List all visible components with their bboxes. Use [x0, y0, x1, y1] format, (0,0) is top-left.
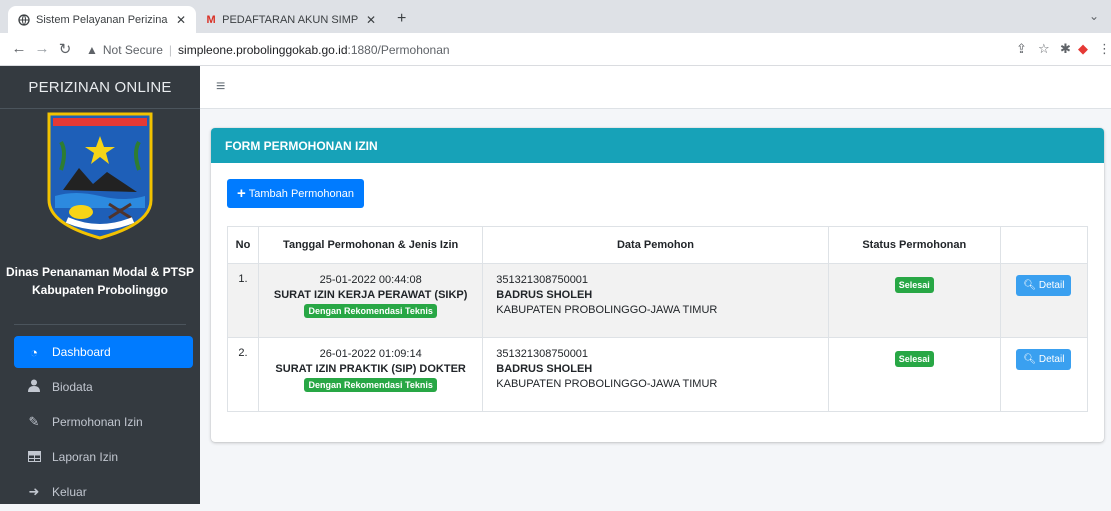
permohonan-table: No Tanggal Permohonan & Jenis Izin Data …: [226, 226, 1089, 412]
data-pemohon-cell: 351321308750001 BADRUS SHOLEH KABUPATEN …: [482, 263, 829, 338]
jenis-izin: SURAT IZIN PRAKTIK (SIP) DOKTER: [275, 363, 466, 375]
search-icon: 🔍︎: [1023, 280, 1037, 291]
browser-address-bar: ← → ↻ ▲ Not Secure | simpleone.proboling…: [0, 33, 1111, 66]
hamburger-menu-icon[interactable]: ≡: [216, 78, 225, 96]
sidebar-item-biodata[interactable]: Biodata: [14, 371, 193, 403]
pemohon-alamat: KABUPATEN PROBOLINGGO-JAWA TIMUR: [496, 378, 718, 390]
browser-tab-bar: Sistem Pelayanan Perizinan On ✕ M PEDAFT…: [0, 0, 1111, 33]
sidebar-item-permohonan-izin[interactable]: ✎ Permohonan Izin: [14, 406, 193, 438]
sidebar-item-keluar[interactable]: ➜ Keluar: [14, 476, 193, 508]
action-cell: 🔍︎ Detail: [999, 263, 1089, 338]
sidebar-item-label: Permohonan Izin: [52, 415, 143, 429]
status-badge: Selesai: [894, 351, 934, 367]
status-badge: Selesai: [894, 277, 934, 293]
column-header: No: [226, 226, 260, 264]
forward-icon[interactable]: →: [33, 40, 51, 57]
pemohon-alamat: KABUPATEN PROBOLINGGO-JAWA TIMUR: [496, 304, 718, 316]
chevron-down-icon[interactable]: ⌄: [1089, 9, 1099, 23]
search-icon: 🔍︎: [1023, 354, 1037, 365]
url-field[interactable]: ▲ Not Secure | simpleone.probolinggokab.…: [86, 38, 1006, 61]
star-icon[interactable]: ☆: [1038, 41, 1050, 57]
url-path: :1880/Permohonan: [347, 42, 450, 57]
detail-button-label: Detail: [1038, 354, 1065, 365]
sidebar: PERIZINAN ONLINE Dinas Penanaman Modal &…: [0, 66, 200, 504]
agency-name: Dinas Penanaman Modal & PTSP Kabupaten P…: [0, 263, 200, 299]
data-pemohon-cell: 351321308750001 BADRUS SHOLEH KABUPATEN …: [482, 337, 829, 412]
permohonan-card: FORM PERMOHONAN IZIN + Tambah Permohonan…: [211, 128, 1104, 442]
tanggal-jenis-cell: 25-01-2022 00:44:08 SURAT IZIN KERJA PER…: [258, 263, 484, 338]
tanggal-jenis-cell: 26-01-2022 01:09:14 SURAT IZIN PRAKTIK (…: [258, 337, 484, 412]
add-button-label: Tambah Permohonan: [248, 187, 354, 200]
browser-tab[interactable]: M PEDAFTARAN AKUN SIMPLE O ✕: [196, 6, 386, 33]
menu-dots-icon[interactable]: ⋮: [1098, 41, 1111, 57]
url-separator: |: [168, 42, 173, 57]
pemohon-nama: BADRUS SHOLEH: [496, 289, 593, 301]
row-number: 1.: [226, 263, 260, 338]
agency-line-2: Kabupaten Probolinggo: [32, 283, 168, 297]
table-row: 1. 25-01-2022 00:44:08 SURAT IZIN KERJA …: [226, 263, 1089, 338]
sidebar-divider: [14, 324, 186, 325]
sidebar-item-label: Laporan Izin: [52, 450, 119, 464]
sign-out-icon: ➜: [28, 484, 40, 499]
sidebar-item-label: Keluar: [52, 485, 87, 499]
rekomendasi-badge: Dengan Rekomendasi Teknis: [304, 378, 437, 392]
close-icon[interactable]: ✕: [176, 13, 186, 27]
edit-icon: ✎: [28, 414, 40, 429]
pemohon-nik: 351321308750001: [496, 274, 589, 286]
regency-logo: [45, 112, 155, 240]
extensions-icon[interactable]: ✱: [1060, 41, 1071, 57]
sidebar-item-dashboard[interactable]: ◔ Dashboard: [14, 336, 193, 368]
user-icon: [26, 379, 42, 395]
card-title: FORM PERMOHONAN IZIN: [211, 128, 1104, 163]
add-permohonan-button[interactable]: + Tambah Permohonan: [227, 179, 364, 208]
gmail-icon: M: [206, 13, 216, 26]
jenis-izin: SURAT IZIN KERJA PERAWAT (SIKP): [273, 289, 468, 301]
tab-title: PEDAFTARAN AKUN SIMPLE O: [222, 13, 358, 26]
table-icon: [26, 450, 42, 465]
security-label: Not Secure: [102, 42, 163, 57]
column-header: Tanggal Permohonan & Jenis Izin: [258, 226, 484, 264]
sidebar-item-label: Biodata: [52, 380, 93, 394]
table-row: 2. 26-01-2022 01:09:14 SURAT IZIN PRAKTI…: [226, 337, 1089, 412]
table-header-row: No Tanggal Permohonan & Jenis Izin Data …: [226, 226, 1089, 264]
sidebar-item-laporan-izin[interactable]: Laporan Izin: [14, 441, 193, 473]
detail-button[interactable]: 🔍︎ Detail: [1016, 275, 1072, 296]
extension-icon[interactable]: ◆: [1078, 41, 1088, 57]
sidebar-menu: ◔ Dashboard Biodata ✎ Permohonan Izin La…: [0, 336, 200, 511]
column-header: Status Permohonan: [827, 226, 1001, 264]
tanggal-permohonan: 25-01-2022 00:44:08: [319, 274, 422, 286]
agency-line-1: Dinas Penanaman Modal & PTSP: [5, 265, 195, 279]
plus-icon: +: [237, 185, 246, 202]
new-tab-icon[interactable]: +: [397, 10, 406, 28]
reload-icon[interactable]: ↻: [56, 40, 74, 58]
detail-button[interactable]: 🔍︎ Detail: [1016, 349, 1072, 370]
share-icon[interactable]: ⇪: [1016, 41, 1027, 57]
close-icon[interactable]: ✕: [366, 13, 376, 27]
pemohon-nama: BADRUS SHOLEH: [496, 363, 593, 375]
status-cell: Selesai: [827, 263, 1001, 338]
dashboard-icon: ◔: [30, 344, 38, 360]
globe-icon: [18, 13, 30, 26]
sidebar-item-label: Dashboard: [52, 345, 111, 359]
warning-icon: ▲: [86, 42, 98, 57]
rekomendasi-badge: Dengan Rekomendasi Teknis: [304, 304, 437, 318]
brand-title[interactable]: PERIZINAN ONLINE: [0, 66, 200, 109]
tanggal-permohonan: 26-01-2022 01:09:14: [319, 348, 422, 360]
tab-title: Sistem Pelayanan Perizinan On: [36, 13, 168, 26]
detail-button-label: Detail: [1038, 280, 1065, 291]
url-host: simpleone.probolinggokab.go.id: [178, 42, 348, 57]
back-icon[interactable]: ←: [10, 40, 28, 57]
pemohon-nik: 351321308750001: [496, 348, 589, 360]
action-cell: 🔍︎ Detail: [999, 337, 1089, 412]
row-number: 2.: [226, 337, 260, 412]
browser-tab-active[interactable]: Sistem Pelayanan Perizinan On ✕: [8, 6, 196, 33]
column-header: [999, 226, 1089, 264]
status-cell: Selesai: [827, 337, 1001, 412]
column-header: Data Pemohon: [482, 226, 829, 264]
top-navbar: ≡: [200, 66, 1111, 109]
